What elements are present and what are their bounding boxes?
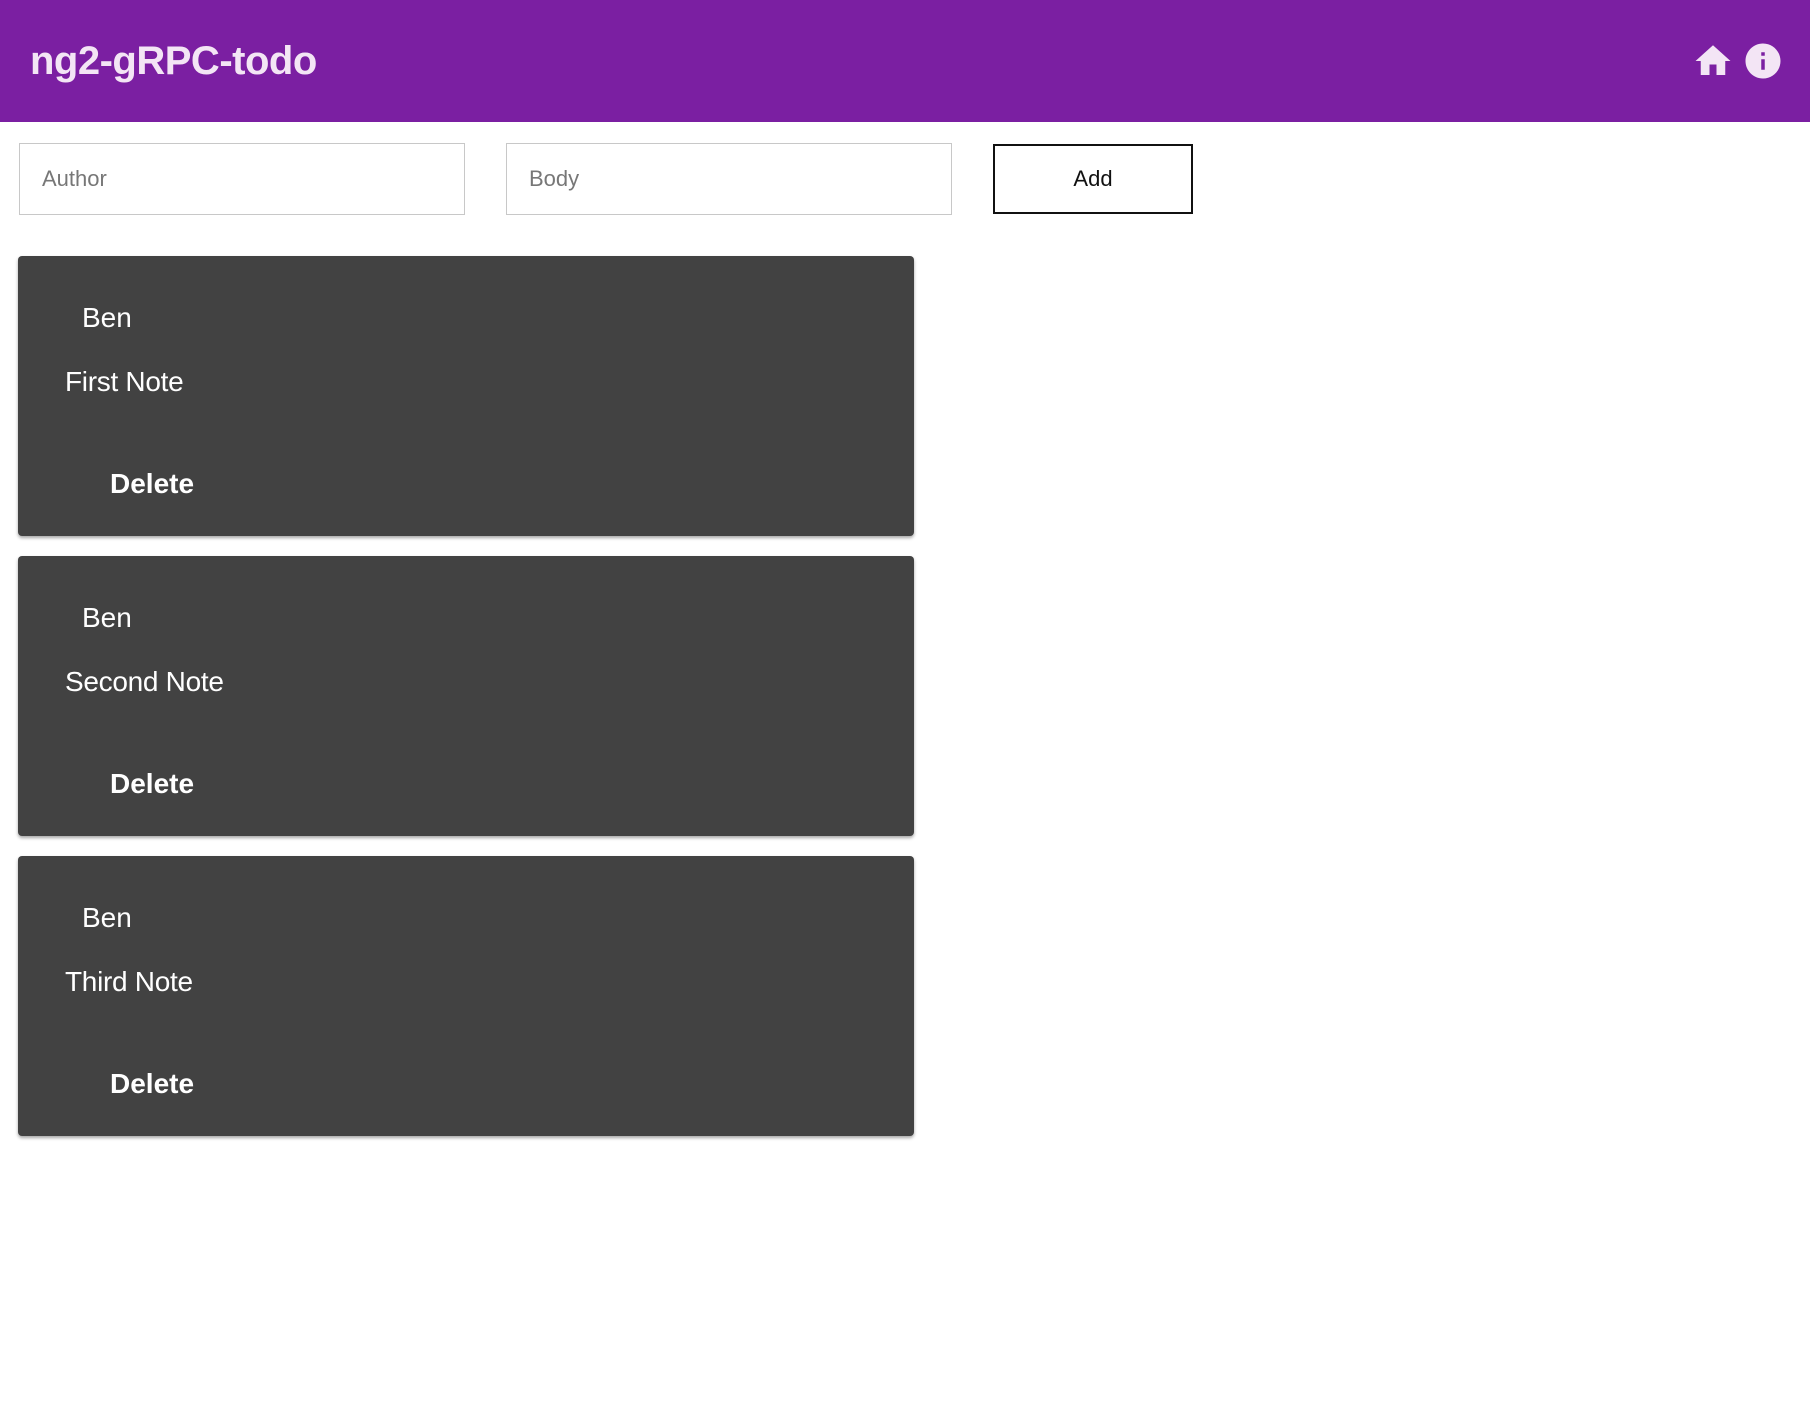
add-note-form: Add — [19, 143, 1193, 215]
body-input[interactable] — [506, 143, 952, 215]
add-button[interactable]: Add — [993, 144, 1193, 214]
app-title: ng2-gRPC-todo — [30, 38, 317, 83]
app-toolbar: ng2-gRPC-todo — [0, 0, 1810, 122]
note-card: Ben Second Note Delete — [18, 556, 914, 836]
info-icon[interactable] — [1742, 40, 1784, 82]
note-card: Ben Third Note Delete — [18, 856, 914, 1136]
notes-list: Ben First Note Delete Ben Second Note De… — [18, 256, 914, 1156]
home-icon[interactable] — [1692, 40, 1734, 82]
author-input[interactable] — [19, 143, 465, 215]
note-author: Ben — [82, 302, 132, 333]
delete-button[interactable]: Delete — [92, 462, 212, 506]
delete-button[interactable]: Delete — [92, 762, 212, 806]
note-author: Ben — [82, 602, 132, 633]
delete-button[interactable]: Delete — [92, 1062, 212, 1106]
note-body: Second Note — [65, 666, 224, 697]
toolbar-actions — [1692, 40, 1784, 82]
note-card: Ben First Note Delete — [18, 256, 914, 536]
note-body: First Note — [65, 366, 184, 397]
note-author: Ben — [82, 902, 132, 933]
note-body: Third Note — [65, 966, 193, 997]
